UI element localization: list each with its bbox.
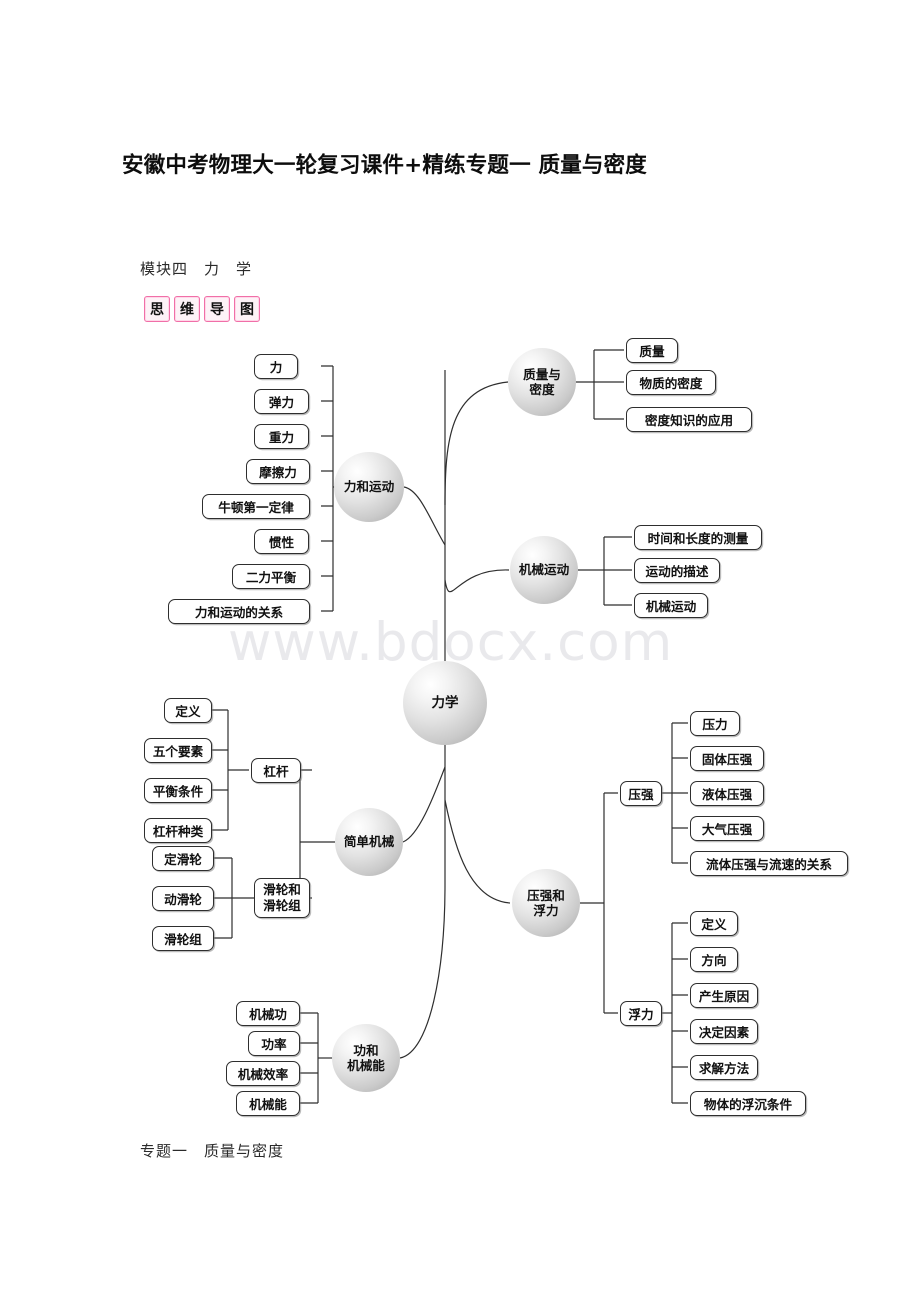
group-lever[interactable]: 杠杆	[251, 758, 301, 783]
leaf-atmospheric-pressure[interactable]: 大气压强	[690, 816, 764, 841]
leaf-float-sink-condition[interactable]: 物体的浮沉条件	[690, 1091, 806, 1116]
leaf-friction[interactable]: 摩擦力	[246, 459, 310, 484]
leaf-two-force-balance[interactable]: 二力平衡	[232, 564, 310, 589]
leaf-mechanical-work[interactable]: 机械功	[236, 1001, 300, 1026]
group-buoyancy[interactable]: 浮力	[620, 1001, 662, 1026]
leaf-inertia[interactable]: 惯性	[254, 529, 309, 554]
badge-char-2: 维	[174, 296, 200, 322]
leaf-buoyancy-factors[interactable]: 决定因素	[690, 1019, 758, 1044]
leaf-five-elements[interactable]: 五个要素	[144, 738, 212, 763]
leaf-liquid-pressure[interactable]: 液体压强	[690, 781, 764, 806]
branch-node-simple-machines[interactable]: 简单机械	[335, 808, 403, 876]
mindmap-badge: 思 维 导 图	[144, 296, 260, 322]
leaf-buoyancy-direction[interactable]: 方向	[690, 947, 738, 972]
leaf-mechanical-efficiency[interactable]: 机械效率	[226, 1061, 300, 1086]
leaf-buoyancy-definition[interactable]: 定义	[690, 911, 738, 936]
badge-char-4: 图	[234, 296, 260, 322]
branch-node-force-motion[interactable]: 力和运动	[334, 452, 404, 522]
leaf-force-motion-relation[interactable]: 力和运动的关系	[168, 599, 310, 624]
leaf-buoyancy-cause[interactable]: 产生原因	[690, 983, 758, 1008]
leaf-gravity[interactable]: 重力	[254, 424, 309, 449]
leaf-substance-density[interactable]: 物质的密度	[626, 370, 716, 395]
leaf-fixed-pulley[interactable]: 定滑轮	[152, 846, 214, 871]
module-heading: 模块四 力 学	[140, 262, 253, 278]
leaf-newton-first-law[interactable]: 牛顿第一定律	[202, 494, 310, 519]
leaf-buoyancy-methods[interactable]: 求解方法	[690, 1055, 758, 1080]
branch-node-work-energy[interactable]: 功和 机械能	[332, 1024, 400, 1092]
leaf-power[interactable]: 功率	[248, 1031, 300, 1056]
leaf-movable-pulley[interactable]: 动滑轮	[152, 886, 214, 911]
group-pressure[interactable]: 压强	[620, 781, 662, 806]
leaf-pulley-block[interactable]: 滑轮组	[152, 926, 214, 951]
group-pulley[interactable]: 滑轮和 滑轮组	[254, 878, 310, 918]
center-node-mechanics[interactable]: 力学	[403, 661, 487, 745]
branch-node-mechanical-motion[interactable]: 机械运动	[510, 536, 578, 604]
leaf-mass[interactable]: 质量	[626, 338, 678, 363]
page-root: 安徽中考物理大一轮复习课件+精练专题一 质量与密度 模块四 力 学 思 维 导 …	[0, 0, 920, 1302]
leaf-lever-definition[interactable]: 定义	[164, 698, 212, 723]
leaf-solid-pressure[interactable]: 固体压强	[690, 746, 764, 771]
leaf-motion-description[interactable]: 运动的描述	[634, 558, 720, 583]
leaf-mechanical-motion[interactable]: 机械运动	[634, 593, 708, 618]
leaf-balance-condition[interactable]: 平衡条件	[144, 778, 212, 803]
leaf-fluid-pressure-speed[interactable]: 流体压强与流速的关系	[690, 851, 848, 876]
branch-node-pressure-buoyancy[interactable]: 压强和 浮力	[512, 869, 580, 937]
leaf-pressure-force[interactable]: 压力	[690, 711, 740, 736]
badge-char-1: 思	[144, 296, 170, 322]
branch-node-mass-density[interactable]: 质量与 密度	[508, 348, 576, 416]
page-title: 安徽中考物理大一轮复习课件+精练专题一 质量与密度	[122, 153, 648, 178]
leaf-force[interactable]: 力	[254, 354, 298, 379]
leaf-elastic-force[interactable]: 弹力	[254, 389, 309, 414]
footer-heading: 专题一 质量与密度	[140, 1144, 285, 1160]
leaf-lever-types[interactable]: 杠杆种类	[144, 818, 212, 843]
leaf-mechanical-energy[interactable]: 机械能	[236, 1091, 300, 1116]
badge-char-3: 导	[204, 296, 230, 322]
mindmap-canvas: 力和运动 力 弹力 重力 摩擦力 牛顿第一定律 惯性 二力平衡 力和运动的关系 …	[0, 330, 920, 1140]
leaf-density-application[interactable]: 密度知识的应用	[626, 407, 752, 432]
leaf-time-length-measure[interactable]: 时间和长度的测量	[634, 525, 762, 550]
